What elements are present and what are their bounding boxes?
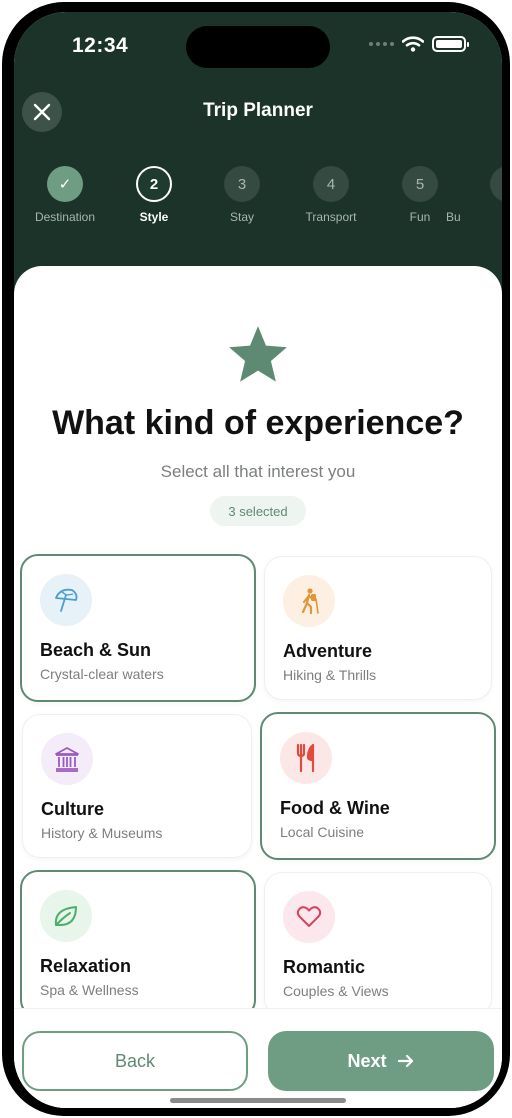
phone-frame: 12:34 Trip Planner ✓ Destination 2 Style… [2, 2, 510, 1116]
dynamic-island [186, 26, 330, 68]
content-sheet: What kind of experience? Select all that… [14, 266, 502, 1108]
icon-badge [41, 733, 93, 785]
option-food-wine[interactable]: Food & Wine Local Cuisine [260, 712, 496, 860]
star-icon [229, 326, 287, 382]
step-destination[interactable]: ✓ Destination [15, 166, 115, 224]
checkmark-icon: ✓ [47, 166, 83, 202]
option-beach-sun[interactable]: Beach & Sun Crystal-clear waters [20, 554, 256, 702]
step-label: Stay [229, 210, 254, 224]
next-button[interactable]: Next [268, 1031, 494, 1091]
step-number: 3 [224, 166, 260, 202]
option-subtitle: Local Cuisine [280, 824, 365, 840]
icon-badge [280, 732, 332, 784]
step-label: Style [139, 210, 169, 224]
home-indicator [170, 1098, 346, 1103]
leaf-icon [54, 906, 77, 926]
step-label: Bu [446, 210, 461, 224]
step-style[interactable]: 2 Style [104, 166, 204, 224]
option-subtitle: Spa & Wellness [40, 982, 139, 998]
battery-icon [432, 36, 469, 52]
option-title: Beach & Sun [40, 640, 152, 660]
option-title: Food & Wine [280, 798, 390, 818]
wifi-icon [402, 36, 424, 52]
step-number: 2 [136, 166, 172, 202]
step-stay[interactable]: 3 Stay [192, 166, 292, 224]
option-subtitle: Crystal-clear waters [40, 666, 164, 682]
step-transport[interactable]: 4 Transport [281, 166, 381, 224]
option-adventure[interactable]: Adventure Hiking & Thrills [264, 556, 492, 700]
step-number: 4 [313, 166, 349, 202]
status-time: 12:34 [72, 34, 129, 57]
heart-icon [296, 906, 322, 927]
museum-icon [55, 747, 79, 772]
step-progress: ✓ Destination 2 Style 3 Stay 4 Transport… [14, 166, 502, 236]
option-relaxation[interactable]: Relaxation Spa & Wellness [20, 870, 256, 1018]
beach-umbrella-icon [55, 588, 78, 612]
step-label: Transport [305, 210, 357, 224]
back-button[interactable]: Back [22, 1031, 248, 1091]
option-culture[interactable]: Culture History & Museums [22, 714, 252, 858]
icon-badge [283, 891, 335, 943]
status-icons [369, 36, 469, 52]
option-title: Culture [41, 799, 104, 819]
fork-knife-icon [296, 743, 315, 773]
step-label: Destination [34, 210, 96, 224]
option-subtitle: Hiking & Thrills [283, 667, 377, 683]
option-title: Adventure [283, 641, 373, 661]
screen: 12:34 Trip Planner ✓ Destination 2 Style… [14, 12, 502, 1108]
step-number [490, 166, 502, 202]
option-romantic[interactable]: Romantic Couples & Views [264, 872, 492, 1016]
option-subtitle: History & Museums [41, 825, 163, 841]
footer-bar: Back Next [14, 1008, 502, 1108]
step-number: 5 [402, 166, 438, 202]
hiker-icon [301, 588, 319, 615]
question-subheading: Select all that interest you [160, 462, 356, 481]
signal-icon [369, 42, 394, 46]
page-title: Trip Planner [203, 100, 313, 121]
question-heading: What kind of experience? [52, 404, 464, 442]
option-subtitle: Couples & Views [283, 983, 389, 999]
icon-badge [40, 890, 92, 942]
icon-badge [40, 574, 92, 626]
icon-badge [283, 575, 335, 627]
selected-count-badge: 3 selected [210, 496, 306, 526]
option-title: Relaxation [40, 956, 132, 976]
arrow-right-icon [397, 1054, 413, 1068]
next-button-label: Next [347, 1050, 387, 1071]
step-budget[interactable]: Bu [446, 166, 502, 224]
option-title: Romantic [283, 957, 366, 977]
